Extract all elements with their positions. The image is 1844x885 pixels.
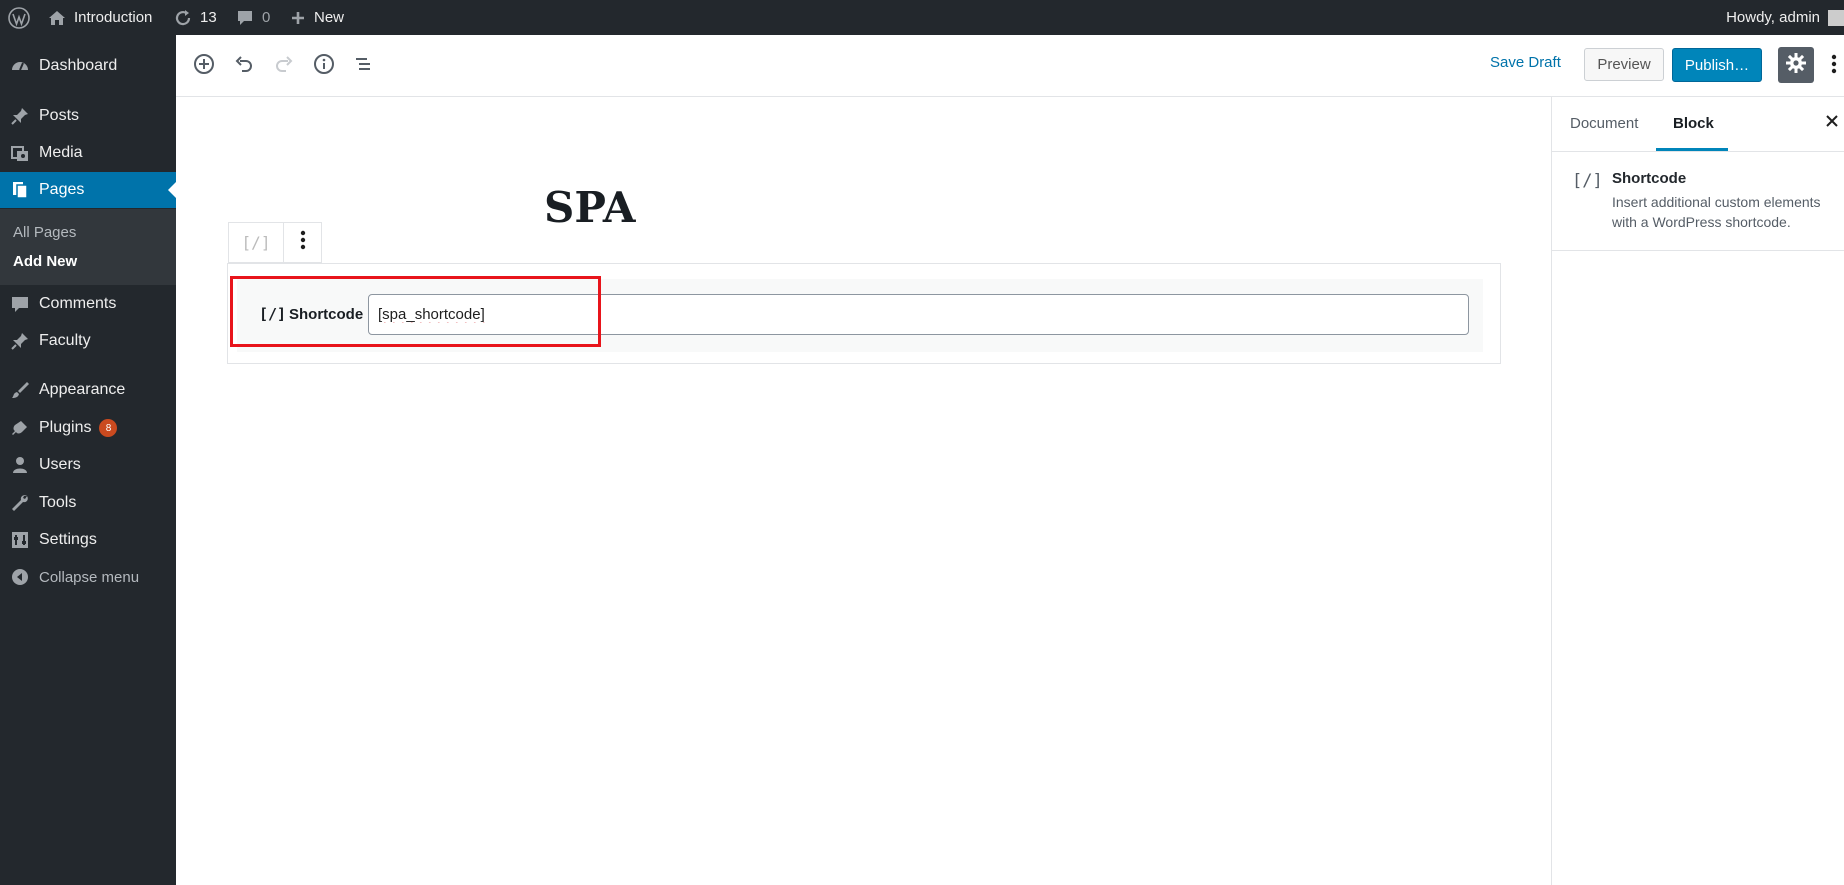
- sidebar-item-faculty[interactable]: Faculty: [0, 323, 176, 359]
- sidebar-item-media[interactable]: Media: [0, 135, 176, 171]
- sidebar-item-label: Users: [39, 456, 81, 473]
- more-tools-button[interactable]: [1826, 51, 1842, 81]
- comments-count: 0: [262, 9, 271, 26]
- sidebar-item-label: Dashboard: [39, 57, 118, 74]
- block-card-title: Shortcode: [1612, 170, 1687, 187]
- sidebar-item-label: Plugins: [39, 419, 92, 436]
- sidebar-item-dashboard[interactable]: Dashboard: [0, 48, 176, 84]
- sidebar-item-appearance[interactable]: Appearance: [0, 372, 176, 408]
- undo-icon: [233, 53, 255, 80]
- sidebar-item-label: Comments: [39, 295, 117, 312]
- comment-icon: [236, 9, 254, 26]
- avatar: [1828, 9, 1844, 26]
- add-block-button[interactable]: [189, 51, 219, 81]
- block-card: [/] Shortcode Insert additional custom e…: [1552, 151, 1844, 251]
- settings-icon: [10, 530, 30, 550]
- media-icon: [10, 143, 30, 163]
- wordpress-logo-icon[interactable]: [8, 0, 30, 35]
- preview-button[interactable]: Preview: [1584, 48, 1664, 81]
- shortcode-icon: [/]: [1572, 171, 1603, 191]
- site-name-link[interactable]: Introduction: [48, 0, 152, 35]
- redo-button[interactable]: [269, 51, 299, 81]
- sidebar-item-label: Tools: [39, 494, 77, 511]
- comments-link[interactable]: 0: [236, 0, 270, 35]
- sidebar-item-pages[interactable]: Pages: [0, 172, 176, 208]
- sidebar-item-plugins[interactable]: Plugins 8: [0, 410, 176, 446]
- submenu-all-pages[interactable]: All Pages: [13, 224, 76, 241]
- block-toolbar: [/]: [228, 222, 322, 263]
- dashboard-icon: [10, 56, 30, 76]
- sidebar-item-label: Appearance: [39, 381, 126, 398]
- redo-icon: [273, 53, 295, 80]
- editor-canvas: SPA [/] [/] Shortcode: [176, 97, 1551, 885]
- collapse-label: Collapse menu: [39, 568, 140, 586]
- current-indicator: [168, 182, 176, 198]
- new-label: New: [314, 9, 345, 26]
- undo-button[interactable]: [229, 51, 259, 81]
- pages-icon: [10, 180, 30, 200]
- tab-block[interactable]: Block: [1673, 115, 1714, 132]
- comment-icon: [10, 294, 30, 314]
- panel-tabs: Document Block: [1552, 97, 1844, 152]
- block-switcher-button[interactable]: [/]: [229, 223, 284, 262]
- content-info-button[interactable]: [309, 51, 339, 81]
- collapse-menu-button[interactable]: Collapse menu: [0, 559, 176, 595]
- pages-submenu: All Pages Add New: [0, 209, 176, 285]
- tab-document[interactable]: Document: [1570, 115, 1638, 132]
- settings-button[interactable]: [1778, 47, 1814, 83]
- save-draft-button[interactable]: Save Draft: [1490, 54, 1561, 71]
- vertical-ellipsis-icon: [300, 229, 306, 256]
- updates-link[interactable]: 13: [174, 0, 217, 35]
- plug-icon: [10, 418, 30, 438]
- collapse-icon: [10, 567, 30, 587]
- sidebar-item-tools[interactable]: Tools: [0, 485, 176, 521]
- sidebar-item-settings[interactable]: Settings: [0, 522, 176, 558]
- block-card-description: Insert additional custom elements with a…: [1612, 194, 1821, 230]
- updates-count: 13: [200, 9, 217, 26]
- sidebar-item-label: Media: [39, 144, 83, 161]
- admin-bar: Introduction 13 0 New Howdy, admin: [0, 0, 1844, 35]
- plus-circle-icon: [193, 53, 215, 80]
- info-icon: [313, 53, 335, 80]
- home-icon: [48, 10, 66, 26]
- brush-icon: [10, 380, 30, 400]
- highlight-annotation: [230, 276, 601, 347]
- block-more-options-button[interactable]: [284, 223, 321, 262]
- close-icon: [1826, 115, 1838, 127]
- pin-icon: [10, 106, 30, 126]
- plugins-update-badge: 8: [99, 419, 118, 437]
- gear-icon: [1785, 52, 1807, 79]
- editor-toolbar: Save Draft Preview Publish…: [176, 35, 1844, 97]
- close-sidebar-button[interactable]: [1824, 113, 1840, 134]
- sidebar-item-label: Settings: [39, 531, 97, 548]
- submenu-add-new[interactable]: Add New: [13, 253, 77, 270]
- user-icon: [10, 455, 30, 475]
- sidebar-item-label: Posts: [39, 107, 80, 124]
- settings-sidebar: Document Block [/] Shortcode Insert addi…: [1551, 97, 1844, 885]
- sidebar-item-label: Pages: [39, 181, 85, 198]
- vertical-ellipsis-icon: [1831, 53, 1837, 80]
- new-content-link[interactable]: New: [290, 0, 344, 35]
- sidebar-item-posts[interactable]: Posts: [0, 98, 176, 134]
- sidebar-item-label: Faculty: [39, 332, 91, 349]
- greeting: Howdy, admin: [1726, 9, 1820, 26]
- refresh-icon: [174, 9, 192, 27]
- wrench-icon: [10, 493, 30, 513]
- site-name: Introduction: [74, 9, 153, 26]
- post-title[interactable]: SPA: [544, 183, 635, 232]
- user-account-menu[interactable]: Howdy, admin: [1726, 0, 1844, 35]
- publish-button[interactable]: Publish…: [1672, 48, 1762, 82]
- admin-sidebar: Dashboard Posts Media Pages All Pages Ad…: [0, 35, 176, 885]
- sidebar-item-comments[interactable]: Comments: [0, 286, 176, 322]
- plus-icon: [290, 10, 306, 26]
- block-navigation-button[interactable]: [348, 51, 378, 81]
- sidebar-item-users[interactable]: Users: [0, 447, 176, 483]
- list-view-icon: [352, 53, 374, 80]
- pin-icon: [10, 331, 30, 351]
